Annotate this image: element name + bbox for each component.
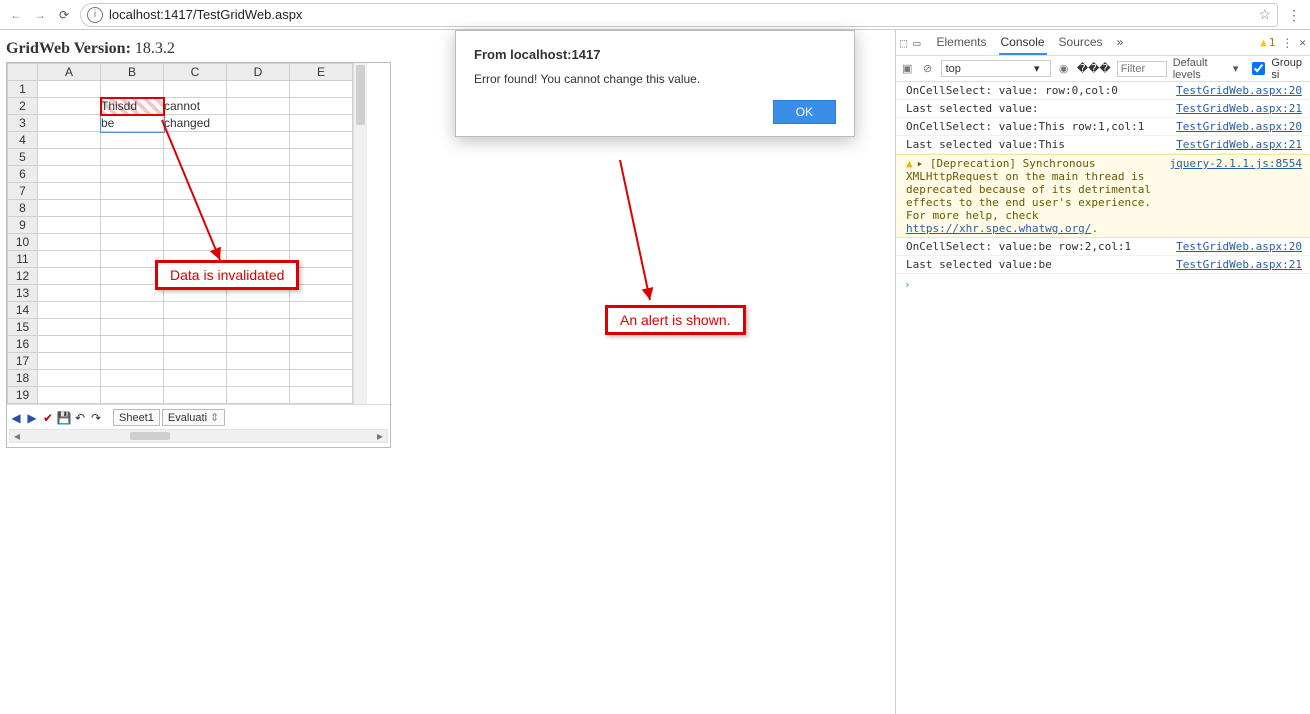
devtools-tab-console[interactable]: Console <box>999 31 1047 55</box>
address-bar[interactable]: i ☆ <box>80 3 1278 27</box>
cell[interactable]: cannot <box>164 98 227 115</box>
scroll-left-icon[interactable]: ◂ <box>10 430 24 442</box>
alert-ok-button[interactable]: OK <box>773 100 836 124</box>
console-source-link[interactable]: TestGridWeb.aspx:21 <box>1176 258 1302 271</box>
vertical-scrollbar[interactable] <box>353 63 367 404</box>
devtools-menu-icon[interactable]: ⋮ <box>1281 36 1293 50</box>
console-source-link[interactable]: TestGridWeb.aspx:20 <box>1176 84 1302 97</box>
console-line: OnCellSelect: value:This row:1,col:1 <box>906 120 1168 133</box>
console-output: OnCellSelect: value: row:0,col:0 TestGrid… <box>896 82 1310 295</box>
console-line: Last selected value: <box>906 102 1168 115</box>
url-input[interactable] <box>107 6 1254 23</box>
cell-selected[interactable]: be <box>101 115 164 132</box>
console-prompt[interactable]: › <box>896 274 1310 295</box>
forward-button[interactable]: → <box>28 3 52 27</box>
warning-link[interactable]: https://xhr.spec.whatwg.org/ <box>906 222 1091 235</box>
filter-input[interactable] <box>1117 61 1167 77</box>
bookmark-star-icon[interactable]: ☆ <box>1258 6 1271 23</box>
site-info-icon[interactable]: i <box>87 7 103 23</box>
clear-console-icon[interactable]: ⊘ <box>920 62 934 75</box>
row-header[interactable]: 3 <box>8 115 38 132</box>
device-toggle-icon[interactable]: ▭ <box>913 36 920 50</box>
console-line: Last selected value:be <box>906 258 1168 271</box>
scrollbar-thumb[interactable] <box>130 432 170 440</box>
scrollbar-thumb[interactable] <box>356 65 365 125</box>
console-source-link[interactable]: TestGridWeb.aspx:20 <box>1176 120 1302 133</box>
devtools-tab-elements[interactable]: Elements <box>934 31 988 55</box>
corner-header[interactable] <box>8 64 38 81</box>
back-button[interactable]: ← <box>4 3 28 27</box>
annotation-arrow <box>610 160 730 310</box>
console-line: OnCellSelect: value:be row:2,col:1 <box>906 240 1168 253</box>
save-icon[interactable]: 💾 <box>57 410 71 426</box>
alert-dialog: From localhost:1417 Error found! You can… <box>455 30 855 137</box>
scroll-right-icon[interactable]: ▸ <box>373 430 387 442</box>
alert-message: Error found! You cannot change this valu… <box>474 72 836 86</box>
page-title: GridWeb Version: 18.3.2 <box>6 40 449 58</box>
grid-container: A B C D E 1 2Thisddcannot 3bechanged 4 5… <box>6 62 391 448</box>
next-icon[interactable]: ▶ <box>25 410 39 426</box>
row-header[interactable]: 2 <box>8 98 38 115</box>
context-selector[interactable]: top▾ <box>941 60 1051 77</box>
live-expression-icon[interactable]: ◉ <box>1057 62 1071 75</box>
warning-count-badge[interactable]: ▲1 <box>1260 36 1275 49</box>
annotation-callout: Data is invalidated <box>155 260 299 290</box>
row-header[interactable]: 1 <box>8 81 38 98</box>
console-warning: ▲▸ [Deprecation] Synchronous XMLHttpRequ… <box>906 157 1162 235</box>
console-sidebar-toggle-icon[interactable]: ▣ <box>900 62 914 75</box>
console-source-link[interactable]: jquery-2.1.1.js:8554 <box>1170 157 1302 235</box>
console-source-link[interactable]: TestGridWeb.aspx:21 <box>1176 102 1302 115</box>
devtools-close-icon[interactable]: ✕ <box>1299 36 1306 49</box>
horizontal-scrollbar[interactable]: ◂ ▸ <box>9 429 388 443</box>
warning-icon: ▲ <box>906 157 913 170</box>
devtools-more-tabs[interactable]: » <box>1115 31 1126 55</box>
console-line: OnCellSelect: value: row:0,col:0 <box>906 84 1168 97</box>
reload-button[interactable]: ⟳ <box>52 3 76 27</box>
col-header[interactable]: C <box>164 64 227 81</box>
spreadsheet-grid[interactable]: A B C D E 1 2Thisddcannot 3bechanged 4 5… <box>7 63 353 404</box>
col-header[interactable]: D <box>227 64 290 81</box>
group-similar-checkbox[interactable]: Group si <box>1248 57 1306 81</box>
cell-invalid[interactable]: Thisdd <box>101 98 164 115</box>
prev-icon[interactable]: ◀ <box>9 410 23 426</box>
sheet-tab[interactable]: Sheet1 <box>113 409 160 426</box>
log-levels-selector[interactable]: Default levels ▾ <box>1173 57 1239 81</box>
cell[interactable]: changed <box>164 115 227 132</box>
browser-menu-icon[interactable]: ⋮ <box>1282 8 1306 22</box>
console-source-link[interactable]: TestGridWeb.aspx:20 <box>1176 240 1302 253</box>
col-header[interactable]: A <box>38 64 101 81</box>
cell[interactable] <box>38 81 101 98</box>
col-header[interactable]: E <box>290 64 353 81</box>
submit-icon[interactable]: ✔ <box>41 410 55 426</box>
col-header[interactable]: B <box>101 64 164 81</box>
browser-toolbar: ← → ⟳ i ☆ ⋮ <box>0 0 1310 30</box>
console-line: Last selected value:This <box>906 138 1168 151</box>
console-source-link[interactable]: TestGridWeb.aspx:21 <box>1176 138 1302 151</box>
devtools-panel: ⬚ ▭ Elements Console Sources » ▲1 ⋮ ✕ ▣ … <box>895 30 1310 714</box>
redo-icon[interactable]: ↷ <box>89 410 103 426</box>
devtools-tab-sources[interactable]: Sources <box>1057 31 1105 55</box>
sheet-tab[interactable]: Evaluati⇕ <box>162 409 225 426</box>
inspect-icon[interactable]: ⬚ <box>900 36 907 50</box>
annotation-callout: An alert is shown. <box>605 305 746 335</box>
alert-title: From localhost:1417 <box>474 47 836 62</box>
undo-icon[interactable]: ↶ <box>73 410 87 426</box>
